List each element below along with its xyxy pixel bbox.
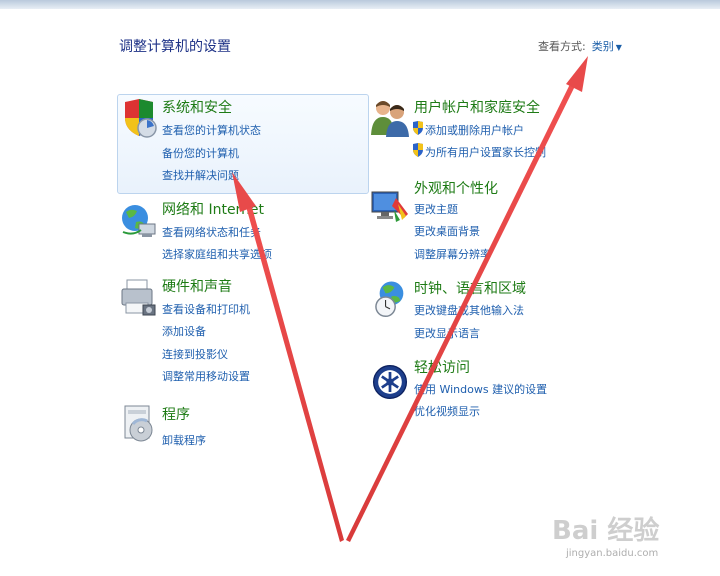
annotation-arrows — [232, 56, 588, 542]
watermark-brand: Bai 经验 — [552, 516, 660, 546]
arrow-to-system-security — [232, 172, 344, 542]
baidu-watermark: Bai 经验 jingyan.baidu.com — [552, 510, 712, 566]
arrow-to-view-by — [346, 56, 588, 542]
watermark-url: jingyan.baidu.com — [566, 548, 659, 559]
